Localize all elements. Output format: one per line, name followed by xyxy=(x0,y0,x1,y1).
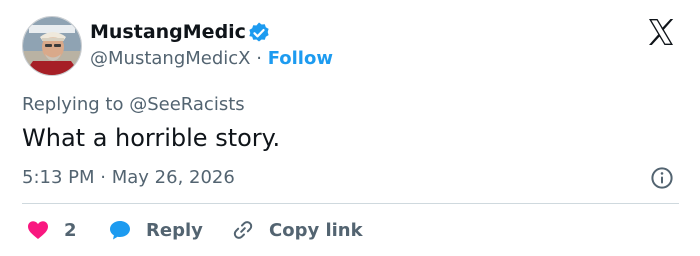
avatar-image xyxy=(23,17,81,75)
reply-label: Reply xyxy=(146,219,203,241)
replying-mention[interactable]: @SeeRacists xyxy=(129,94,244,115)
divider xyxy=(22,203,679,204)
tweet-time: 5:13 PM xyxy=(22,167,95,188)
tweet-date: May 26, 2026 xyxy=(111,167,235,188)
copy-link-button[interactable]: Copy link xyxy=(231,214,363,246)
timestamp-separator: · xyxy=(100,167,106,188)
like-count: 2 xyxy=(64,219,77,241)
avatar[interactable] xyxy=(22,16,82,76)
link-icon xyxy=(231,218,255,242)
tweet-text: What a horrible story. xyxy=(22,124,281,152)
timestamp[interactable]: 5:13 PM · May 26, 2026 xyxy=(22,166,235,190)
heart-icon xyxy=(26,218,50,242)
like-button[interactable]: 2 xyxy=(26,214,77,246)
tweet-card: MustangMedic @MustangMedicX · Follow Rep… xyxy=(0,0,700,256)
reply-button[interactable]: Reply xyxy=(108,214,203,246)
info-icon[interactable] xyxy=(650,166,674,190)
handle-row: @MustangMedicX · Follow xyxy=(90,47,333,71)
x-logo-icon[interactable] xyxy=(645,16,677,48)
replying-prefix: Replying to xyxy=(22,94,124,115)
replying-to: Replying to @SeeRacists xyxy=(22,93,245,117)
user-handle[interactable]: @MustangMedicX xyxy=(90,48,251,69)
follow-button[interactable]: Follow xyxy=(268,48,333,69)
handle-separator: · xyxy=(256,48,262,69)
action-bar: 2 Reply Copy link xyxy=(22,214,682,246)
copy-link-label: Copy link xyxy=(269,219,363,241)
verified-badge-icon xyxy=(247,21,271,45)
display-name[interactable]: MustangMedic xyxy=(90,20,246,44)
speech-bubble-icon xyxy=(108,218,132,242)
